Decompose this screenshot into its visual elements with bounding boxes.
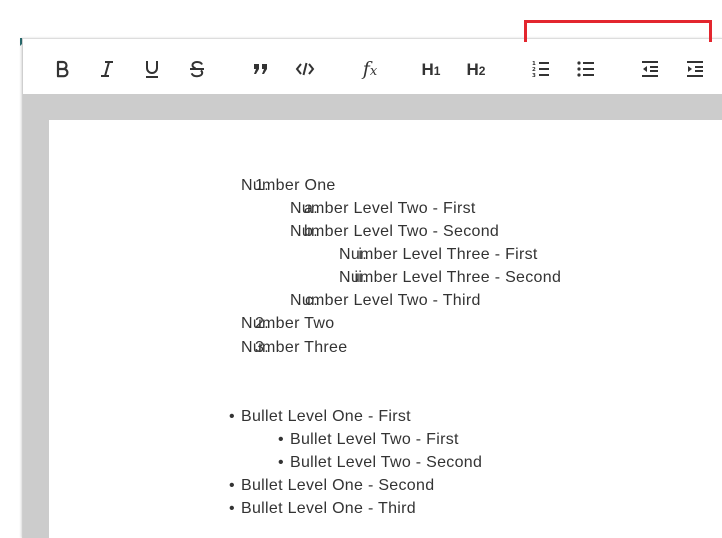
list-item: Number Level Two - Second <box>290 223 500 240</box>
list-item: Number Level Two - Third <box>290 292 481 309</box>
list-item: Bullet Level Two - First <box>290 431 459 448</box>
outdent-icon <box>642 61 658 77</box>
list-item: Number Level Three - First <box>339 246 538 263</box>
ordered-list-button[interactable]: 1 2 3 <box>527 57 555 81</box>
ordered-list-icon: 1 2 3 <box>532 61 549 79</box>
heading-2-button[interactable]: H2 <box>462 57 490 81</box>
indent-button[interactable] <box>681 57 709 81</box>
bold-button[interactable] <box>48 57 76 81</box>
formatting-toolbar: 𝑓x H1 H2 1 2 3 <box>23 38 722 95</box>
underline-button[interactable] <box>138 57 166 81</box>
quote-icon <box>254 64 267 74</box>
list-item: Number Level Three - Second <box>339 269 562 286</box>
h2-icon: H2 <box>466 59 486 79</box>
bullet-marker: • <box>278 454 284 471</box>
code-icon <box>295 62 315 76</box>
italic-button[interactable] <box>93 57 121 81</box>
list-item: Bullet Level Two - Second <box>290 454 483 471</box>
strikethrough-icon <box>190 60 204 78</box>
editor-window: 𝑓x H1 H2 1 2 3 1. Number One a. Number L… <box>22 38 722 538</box>
formula-button[interactable]: 𝑓x <box>356 57 384 81</box>
bullet-marker: • <box>229 408 235 425</box>
formula-icon: 𝑓x <box>362 57 378 80</box>
underline-icon <box>146 61 158 78</box>
code-button[interactable] <box>291 57 319 81</box>
bullet-marker: • <box>229 500 235 517</box>
strikethrough-button[interactable] <box>183 57 211 81</box>
list-item: Bullet Level One - First <box>241 408 411 425</box>
bullet-marker: • <box>278 431 284 448</box>
document-page[interactable]: 1. Number One a. Number Level Two - Firs… <box>49 120 722 538</box>
bullet-marker: • <box>229 477 235 494</box>
list-item: Number Three <box>241 339 348 356</box>
italic-icon <box>101 61 113 77</box>
heading-1-button[interactable]: H1 <box>417 57 445 81</box>
svg-text:3: 3 <box>532 73 536 79</box>
list-item: Number Level Two - First <box>290 200 476 217</box>
bullet-list-button[interactable] <box>572 57 600 81</box>
list-item: Number One <box>241 177 336 194</box>
indent-icon <box>687 61 703 77</box>
bullet-list-icon <box>577 61 594 77</box>
outdent-button[interactable] <box>636 57 664 81</box>
list-item: Bullet Level One - Second <box>241 477 435 494</box>
editor-canvas: 1. Number One a. Number Level Two - Firs… <box>23 94 722 538</box>
bold-icon <box>56 60 69 78</box>
highlight-annotation-box <box>524 20 712 42</box>
list-item: Bullet Level One - Third <box>241 500 416 517</box>
list-item: Number Two <box>241 315 335 332</box>
h1-icon: H1 <box>421 59 441 79</box>
blockquote-button[interactable] <box>247 57 275 81</box>
